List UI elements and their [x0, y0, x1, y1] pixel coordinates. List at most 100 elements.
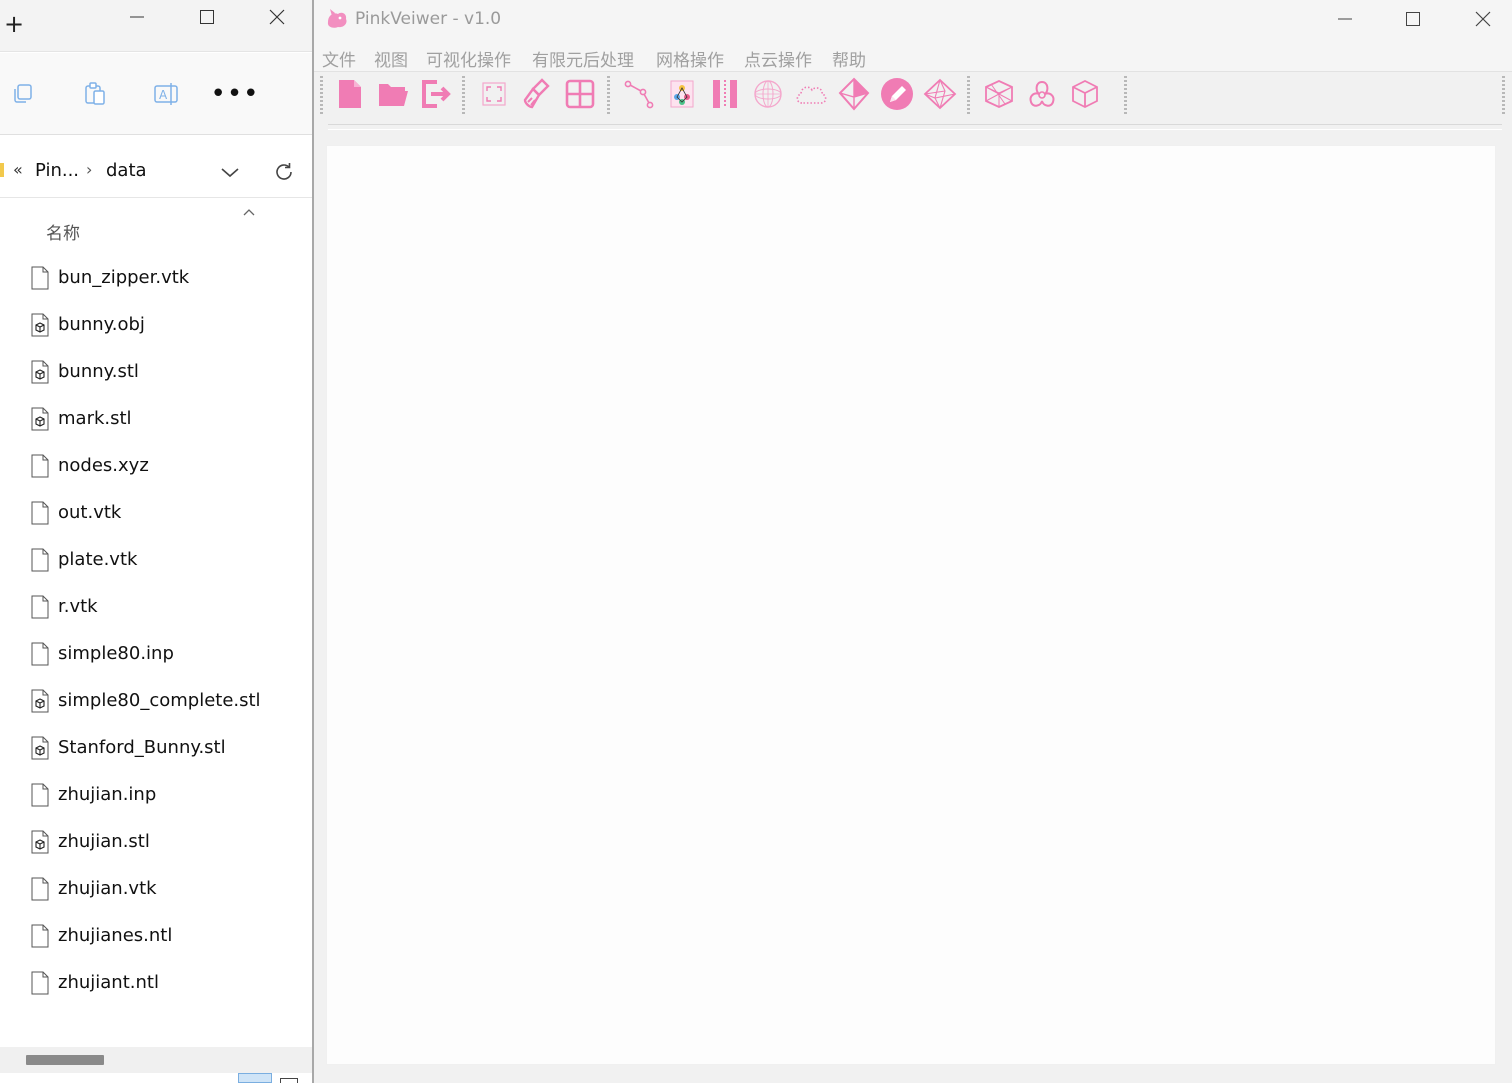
file-row[interactable]: bunny.stl — [0, 350, 312, 394]
fit-view-button[interactable] — [477, 77, 511, 111]
new-file-icon — [339, 80, 361, 108]
file-row[interactable]: zhujian.stl — [0, 820, 312, 864]
exit-button[interactable] — [418, 77, 452, 111]
file-icon — [31, 454, 49, 478]
pv-close-button[interactable] — [1460, 4, 1506, 34]
file-row[interactable]: simple80_complete.stl — [0, 679, 312, 723]
section-bars-button[interactable] — [708, 77, 742, 111]
horizontal-scrollbar[interactable] — [0, 1047, 312, 1073]
toolbar-separator — [1124, 76, 1127, 114]
file-row[interactable]: bun_zipper.vtk — [0, 256, 312, 300]
scrollbar-thumb[interactable] — [26, 1055, 104, 1065]
maximize-icon — [1406, 12, 1420, 26]
fit-view-icon — [482, 82, 506, 106]
pinkveiwer-titlebar: PinkVeiwer - v1.0 — [314, 0, 1512, 40]
close-button[interactable] — [254, 2, 300, 32]
more-options-button[interactable]: ••• — [211, 79, 259, 109]
menu-mesh[interactable]: 网格操作 — [656, 46, 724, 71]
file-row[interactable]: mark.stl — [0, 397, 312, 441]
refresh-button[interactable] — [272, 160, 296, 184]
minimize-button[interactable] — [114, 2, 160, 32]
tiles-view-button[interactable] — [280, 1078, 298, 1083]
file-name: mark.stl — [58, 408, 132, 429]
file-explorer-window: + A ••• « Pin... › data 名称 bun_zipper.vt… — [0, 0, 312, 1083]
file-row[interactable]: nodes.xyz — [0, 444, 312, 488]
file-row[interactable]: zhujiant.ntl — [0, 961, 312, 1005]
menu-help[interactable]: 帮助 — [832, 46, 866, 71]
sort-ascending-icon — [243, 209, 255, 216]
breadcrumb-overflow[interactable]: « — [13, 160, 23, 179]
pv-maximize-button[interactable] — [1390, 4, 1436, 34]
file-row[interactable]: out.vtk — [0, 491, 312, 535]
explorer-titlebar: + — [0, 0, 312, 52]
breadcrumb-parent[interactable]: Pin... — [35, 160, 79, 181]
gem-button[interactable] — [837, 77, 871, 111]
3d-model-file-icon — [31, 736, 49, 760]
file-icon — [31, 501, 49, 525]
minimize-icon — [130, 16, 144, 18]
octahedron-button[interactable] — [923, 77, 957, 111]
pv-minimize-button[interactable] — [1322, 4, 1368, 34]
menu-file[interactable]: 文件 — [322, 46, 356, 71]
copy-button[interactable] — [8, 79, 38, 109]
toolbar-end-grip — [1502, 76, 1505, 114]
breadcrumb-separator[interactable]: › — [86, 160, 92, 179]
file-row[interactable]: zhujian.inp — [0, 773, 312, 817]
file-name: zhujiant.ntl — [58, 972, 159, 993]
3d-model-file-icon — [31, 689, 49, 713]
explorer-command-bar: A ••• — [0, 53, 312, 135]
rename-button[interactable]: A — [152, 79, 182, 109]
solid-cube-icon — [1072, 79, 1098, 109]
menu-fem-postprocess[interactable]: 有限元后处理 — [532, 46, 634, 71]
menu-visualization[interactable]: 可视化操作 — [426, 46, 511, 71]
pen-edit-button[interactable] — [880, 77, 914, 111]
3d-model-file-icon — [31, 407, 49, 431]
clear-brush-icon — [523, 78, 550, 109]
menu-point-cloud[interactable]: 点云操作 — [744, 46, 812, 71]
file-row[interactable]: zhujian.vtk — [0, 867, 312, 911]
wireframe-cube-icon — [985, 80, 1013, 108]
open-folder-button[interactable] — [376, 77, 410, 111]
new-tab-button[interactable]: + — [4, 12, 24, 36]
section-bars-icon — [713, 80, 737, 108]
color-map-icon — [670, 80, 694, 108]
render-viewport[interactable] — [326, 145, 1496, 1065]
solid-cube-button[interactable] — [1068, 77, 1102, 111]
file-name: zhujianes.ntl — [58, 925, 173, 946]
clear-button[interactable] — [520, 77, 554, 111]
toolbar-separator — [607, 76, 610, 114]
curve-path-button[interactable] — [622, 77, 656, 111]
toolbar-grip[interactable] — [320, 76, 323, 114]
file-row[interactable]: bunny.obj — [0, 303, 312, 347]
file-icon — [31, 548, 49, 572]
3d-model-file-icon — [31, 360, 49, 384]
column-header[interactable]: 名称 — [0, 205, 312, 251]
file-row[interactable]: plate.vtk — [0, 538, 312, 582]
file-row[interactable]: Stanford_Bunny.stl — [0, 726, 312, 770]
file-row[interactable]: zhujianes.ntl — [0, 914, 312, 958]
menu-bar: 文件 视图 可视化操作 有限元后处理 网格操作 点云操作 帮助 — [314, 40, 1512, 72]
color-map-button[interactable] — [665, 77, 699, 111]
address-bar: « Pin... › data — [0, 140, 312, 198]
file-name: simple80_complete.stl — [58, 690, 261, 711]
wireframe-cube-button[interactable] — [982, 77, 1016, 111]
grid-view-button[interactable] — [563, 77, 597, 111]
file-icon — [31, 924, 49, 948]
point-cloud-button[interactable] — [794, 77, 828, 111]
maximize-button[interactable] — [184, 2, 230, 32]
address-history-button[interactable] — [218, 160, 242, 184]
close-icon — [269, 9, 285, 25]
file-row[interactable]: r.vtk — [0, 585, 312, 629]
new-file-button[interactable] — [333, 77, 367, 111]
maximize-icon — [200, 10, 214, 24]
file-name: zhujian.inp — [58, 784, 157, 805]
breadcrumb-current[interactable]: data — [106, 160, 147, 181]
3d-model-file-icon — [31, 313, 49, 337]
paste-button[interactable] — [80, 79, 110, 109]
menu-view[interactable]: 视图 — [374, 46, 408, 71]
file-row[interactable]: simple80.inp — [0, 632, 312, 676]
surface-knot-button[interactable] — [1025, 77, 1059, 111]
sphere-mesh-button[interactable] — [751, 77, 785, 111]
details-view-button[interactable] — [238, 1073, 272, 1083]
window-title: PinkVeiwer - v1.0 — [355, 9, 502, 29]
